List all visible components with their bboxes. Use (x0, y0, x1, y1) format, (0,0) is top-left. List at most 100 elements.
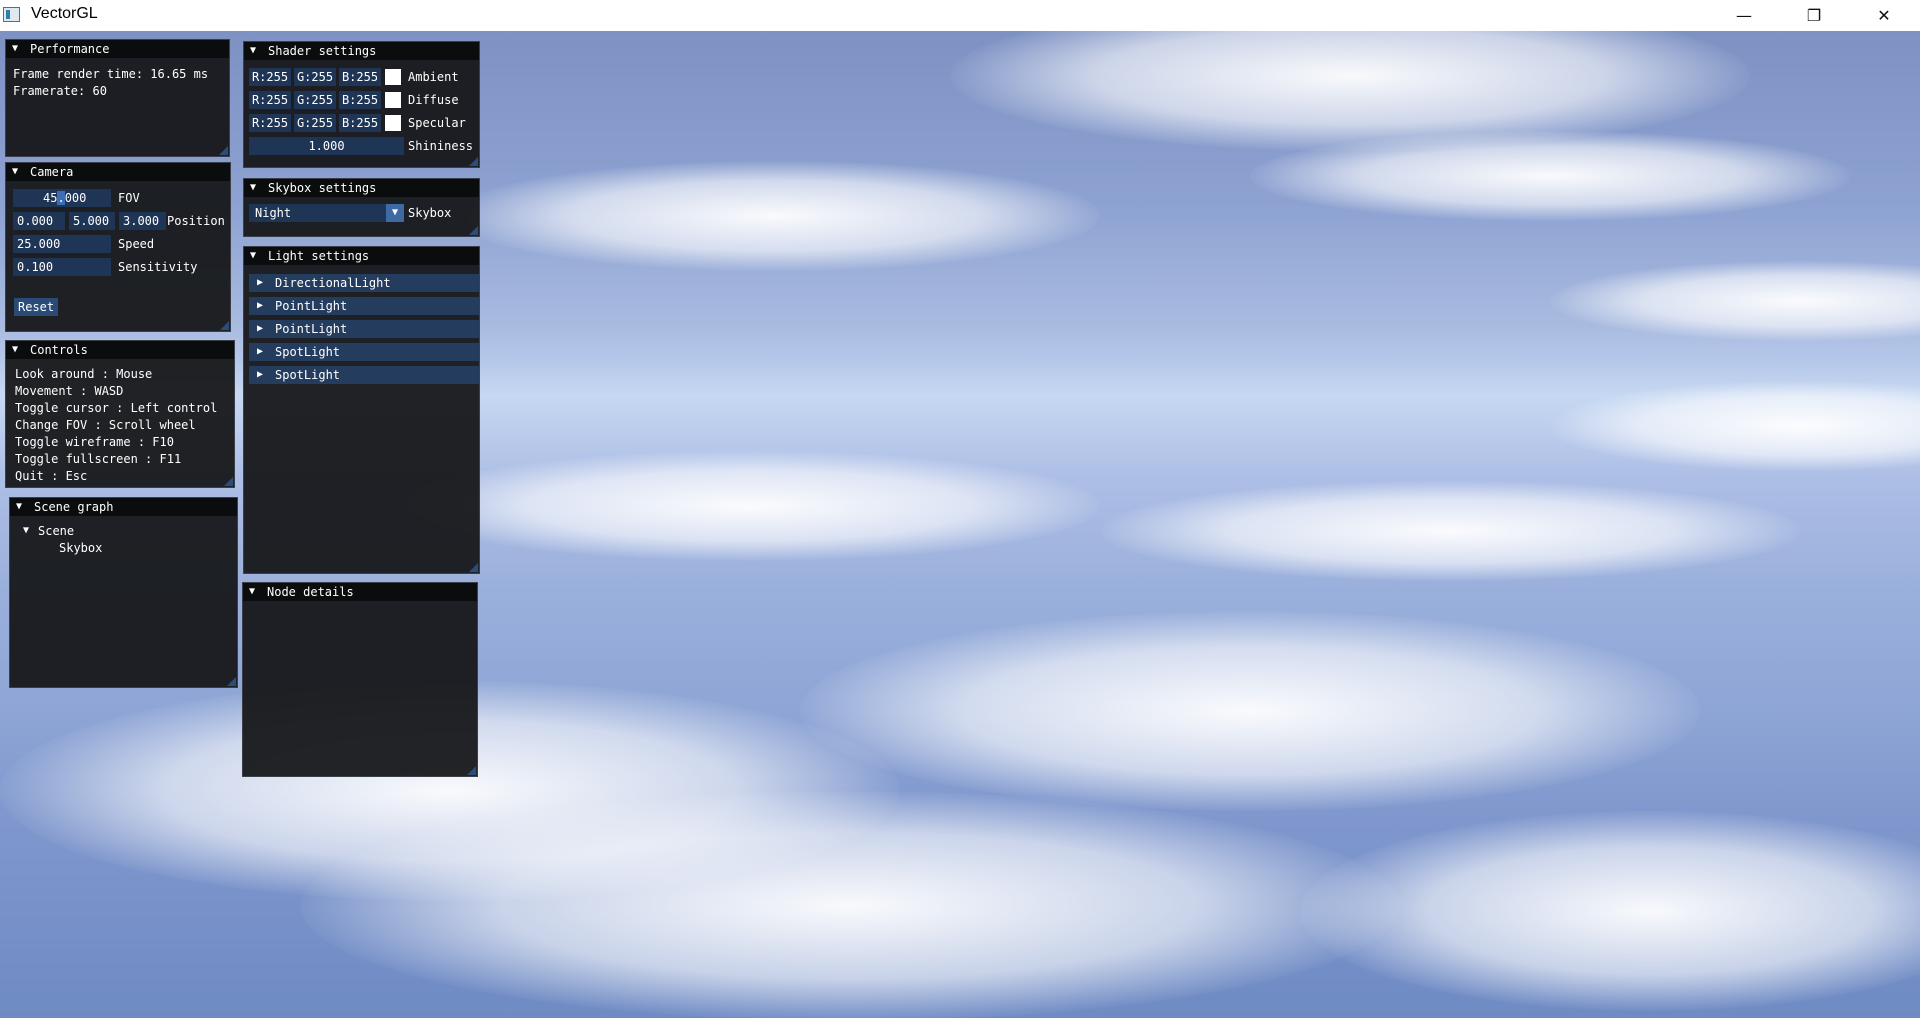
fov-decimal: 000 (64, 191, 87, 205)
controls-header[interactable]: ▼ Controls (6, 341, 234, 359)
skybox-label: Skybox (408, 206, 452, 220)
shader-settings-header[interactable]: ▼ Shader settings (244, 42, 479, 60)
light-settings-header[interactable]: ▼ Light settings (244, 247, 479, 265)
speed-label: Speed (118, 237, 155, 251)
light-item-label: DirectionalLight (275, 276, 391, 290)
scene-graph-panel[interactable]: ▼ Scene graph ▼ Scene Skybox (9, 497, 238, 688)
expand-arrow-icon[interactable]: ▶ (257, 366, 263, 384)
restore-icon: ❐ (1806, 6, 1822, 25)
expand-arrow-icon[interactable]: ▶ (257, 343, 263, 361)
performance-panel[interactable]: ▼ Performance Frame render time: 16.65 m… (5, 39, 230, 157)
collapse-arrow-icon[interactable]: ▼ (12, 163, 18, 181)
collapse-arrow-icon[interactable]: ▼ (249, 583, 255, 601)
light-item-spot-2[interactable]: ▶ SpotLight (249, 366, 479, 384)
node-details-header[interactable]: ▼ Node details (243, 583, 477, 601)
close-icon: ✕ (1877, 6, 1891, 25)
position-z-input[interactable]: 3.000 (119, 212, 166, 230)
expand-arrow-icon[interactable]: ▶ (257, 320, 263, 338)
app-icon (3, 7, 20, 22)
light-item-spot-1[interactable]: ▶ SpotLight (249, 343, 479, 361)
expand-arrow-icon[interactable]: ▶ (257, 274, 263, 292)
light-item-point-2[interactable]: ▶ PointLight (249, 320, 479, 338)
shininess-label: Shininess (408, 139, 474, 153)
specular-g-input[interactable]: G:255 (294, 114, 336, 132)
cloud (1550, 381, 1920, 471)
cloud (1100, 481, 1800, 581)
skybox-node[interactable]: Skybox (59, 541, 102, 555)
position-x-input[interactable]: 0.000 (13, 212, 65, 230)
camera-header[interactable]: ▼ Camera (6, 163, 230, 181)
sensitivity-label: Sensitivity (118, 260, 198, 274)
skybox-settings-header[interactable]: ▼ Skybox settings (244, 179, 479, 197)
panel-title: Light settings (268, 249, 370, 263)
cloud (1300, 811, 1920, 1011)
close-button[interactable]: ✕ (1849, 0, 1919, 31)
skybox-settings-panel[interactable]: ▼ Skybox settings Night ▼ Skybox (243, 178, 480, 237)
resize-grip-icon[interactable] (227, 677, 236, 686)
specular-label: Specular (408, 116, 466, 130)
shader-settings-panel[interactable]: ▼ Shader settings R:255 G:255 B:255 Ambi… (243, 41, 480, 168)
resize-grip-icon[interactable] (467, 766, 476, 775)
shininess-input[interactable]: 1.000 (249, 137, 404, 155)
camera-panel[interactable]: ▼ Camera 45.000 FOV 0.000 5.000 3.000 Po… (5, 162, 231, 332)
speed-input[interactable]: 25.000 (13, 235, 111, 253)
ambient-b-input[interactable]: B:255 (339, 68, 381, 86)
resize-grip-icon[interactable] (469, 226, 478, 235)
fov-integer: 45 (43, 191, 58, 205)
light-settings-panel[interactable]: ▼ Light settings ▶ DirectionalLight ▶ Po… (243, 246, 480, 574)
light-item-directional[interactable]: ▶ DirectionalLight (249, 274, 479, 292)
collapse-arrow-icon[interactable]: ▼ (250, 247, 256, 265)
diffuse-r-input[interactable]: R:255 (249, 91, 291, 109)
ambient-g-input[interactable]: G:255 (294, 68, 336, 86)
ambient-color-swatch[interactable] (385, 69, 401, 85)
expand-arrow-icon[interactable]: ▶ (257, 297, 263, 315)
dropdown-arrow-icon[interactable]: ▼ (386, 204, 404, 222)
collapse-arrow-icon[interactable]: ▼ (16, 498, 22, 516)
scene-node-arrow-icon[interactable]: ▼ (23, 525, 29, 536)
specular-color-swatch[interactable] (385, 115, 401, 131)
scene-graph-header[interactable]: ▼ Scene graph (10, 498, 237, 516)
controls-line: Toggle fullscreen : F11 (15, 452, 182, 466)
resize-grip-icon[interactable] (219, 146, 228, 155)
light-item-label: SpotLight (275, 345, 341, 359)
diffuse-color-swatch[interactable] (385, 92, 401, 108)
frame-time-text: Frame render time: 16.65 ms (13, 67, 209, 81)
minimize-button[interactable]: — (1709, 0, 1779, 31)
panel-title: Performance (30, 42, 110, 56)
fov-input[interactable]: 45.000 (13, 189, 111, 207)
cloud (300, 791, 1400, 1018)
skybox-selected-value: Night (255, 206, 292, 220)
resize-grip-icon[interactable] (469, 157, 478, 166)
collapse-arrow-icon[interactable]: ▼ (250, 179, 256, 197)
controls-line: Quit : Esc (15, 469, 88, 483)
panel-title: Controls (30, 343, 88, 357)
resize-grip-icon[interactable] (220, 321, 229, 330)
position-y-input[interactable]: 5.000 (69, 212, 115, 230)
restore-button[interactable]: ❐ (1779, 0, 1849, 31)
diffuse-label: Diffuse (408, 93, 459, 107)
skybox-dropdown[interactable]: Night ▼ (249, 204, 404, 222)
collapse-arrow-icon[interactable]: ▼ (250, 42, 256, 60)
collapse-arrow-icon[interactable]: ▼ (12, 40, 18, 58)
node-details-panel[interactable]: ▼ Node details (242, 582, 478, 777)
window-title: VectorGL (31, 5, 98, 22)
controls-panel[interactable]: ▼ Controls Look around : Mouse Movement … (5, 340, 235, 488)
collapse-arrow-icon[interactable]: ▼ (12, 341, 18, 359)
controls-line: Look around : Mouse (15, 367, 153, 381)
sensitivity-input[interactable]: 0.100 (13, 258, 111, 276)
performance-header[interactable]: ▼ Performance (6, 40, 229, 58)
resize-grip-icon[interactable] (469, 563, 478, 572)
panel-title: Camera (30, 165, 74, 179)
specular-r-input[interactable]: R:255 (249, 114, 291, 132)
reset-button[interactable]: Reset (14, 298, 59, 316)
scene-node[interactable]: Scene (38, 524, 74, 538)
specular-b-input[interactable]: B:255 (339, 114, 381, 132)
diffuse-b-input[interactable]: B:255 (339, 91, 381, 109)
cloud (400, 451, 1100, 561)
ambient-r-input[interactable]: R:255 (249, 68, 291, 86)
ambient-label: Ambient (408, 70, 459, 84)
panel-title: Skybox settings (268, 181, 377, 195)
light-item-point-1[interactable]: ▶ PointLight (249, 297, 479, 315)
resize-grip-icon[interactable] (224, 477, 233, 486)
diffuse-g-input[interactable]: G:255 (294, 91, 336, 109)
